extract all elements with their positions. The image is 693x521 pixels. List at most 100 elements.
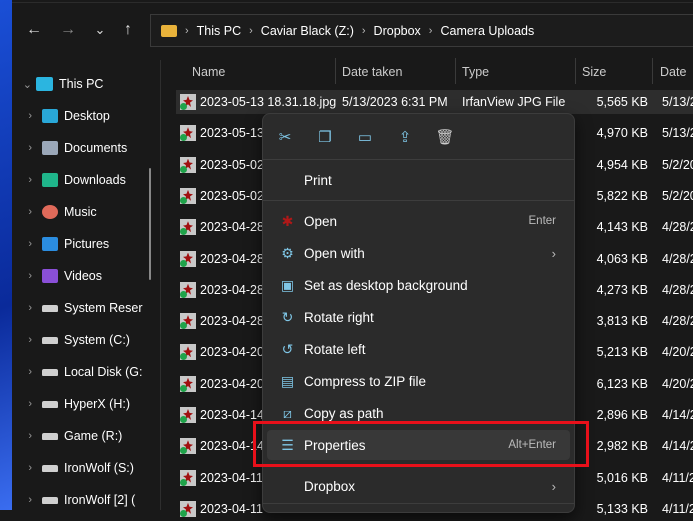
sidebar-item[interactable]: › Local Disk (G: — [12, 360, 160, 384]
irfanview-image-icon — [180, 125, 196, 142]
cut-button[interactable]: ✂ — [270, 126, 300, 148]
chevron-right-icon[interactable]: › — [12, 174, 42, 186]
file-name: 2023-04-14 — [200, 408, 264, 422]
file-date: 4/11/2 — [662, 470, 693, 485]
menu-item-compress-to-zip-file[interactable]: ▤ Compress to ZIP file — [267, 366, 570, 396]
menu-item-rotate-left[interactable]: ↺ Rotate left — [267, 334, 570, 364]
sidebar-item-label: HyperX (H:) — [64, 397, 130, 411]
column-header-date[interactable]: Date — [660, 60, 686, 84]
file-date: 4/28/2 — [662, 282, 693, 297]
menu-item-label: Rotate right — [304, 309, 374, 325]
chevron-right-icon[interactable]: › — [12, 270, 42, 282]
sidebar-item[interactable]: › Documents — [12, 136, 160, 160]
sidebar-item[interactable]: › Downloads — [12, 168, 160, 192]
menu-item-dropbox[interactable]: Dropbox › — [267, 471, 570, 501]
copy-button[interactable]: ❐ — [310, 126, 340, 148]
up-button[interactable]: ↑ — [116, 18, 140, 42]
sidebar-item[interactable]: › IronWolf (S:) — [12, 456, 160, 480]
file-name: 2023-04-28 — [200, 220, 264, 235]
irfanview-image-icon — [180, 375, 196, 392]
menu-separator — [263, 200, 574, 201]
menu-item-label: Open — [304, 213, 338, 229]
irfanview-image-icon — [180, 469, 196, 486]
chevron-right-icon[interactable]: › — [12, 302, 42, 314]
irfanview-image-icon — [180, 156, 196, 173]
drive-icon — [42, 368, 58, 376]
file-row[interactable]: 2023-05-13 18.31.18.jpg 5/13/2023 6:31 PM… — [176, 90, 693, 114]
menu-item-rotate-right[interactable]: ↻ Rotate right — [267, 302, 570, 332]
share-button[interactable]: ⇪ — [390, 126, 420, 148]
irfanview-image-icon — [180, 313, 196, 330]
chevron-right-icon[interactable]: › — [12, 206, 42, 218]
delete-button[interactable]: 🗑 — [430, 126, 460, 148]
chevron-right-icon[interactable]: › — [12, 238, 42, 250]
sidebar-item[interactable]: › HyperX (H:) — [12, 392, 160, 416]
chevron-right-icon[interactable]: › — [12, 494, 42, 506]
sidebar-item-label: Local Disk (G: — [64, 365, 143, 379]
chevron-down-icon[interactable]: ⌄ — [12, 78, 36, 91]
sidebar-item-this-pc[interactable]: ⌄ This PC — [12, 72, 160, 96]
column-header-size[interactable]: Size — [582, 60, 606, 84]
sidebar-item[interactable]: › Pictures — [12, 232, 160, 256]
breadcrumb-camera-uploads[interactable]: Camera Uploads — [440, 24, 534, 38]
cut-icon: ✂ — [278, 129, 292, 146]
chevron-right-icon: › — [551, 245, 556, 261]
column-header-date-taken[interactable]: Date taken — [342, 60, 402, 84]
forward-button[interactable]: → — [56, 18, 80, 42]
chevron-right-icon: › — [428, 24, 433, 37]
file-date: 4/28/2 — [662, 220, 693, 235]
pane-divider[interactable] — [160, 60, 161, 510]
file-date: 4/11/2 — [662, 501, 693, 516]
menu-item-open[interactable]: ✱ Open Enter — [267, 206, 570, 236]
menu-item-print[interactable]: Print — [267, 165, 570, 195]
sidebar-scrollbar[interactable] — [149, 168, 151, 280]
file-date: 4/14/2 — [662, 408, 693, 422]
rename-button[interactable]: ▭ — [350, 126, 380, 148]
sidebar-item[interactable]: › Desktop — [12, 104, 160, 128]
column-divider[interactable] — [335, 58, 336, 84]
breadcrumb-drive[interactable]: Caviar Black (Z:) — [261, 24, 354, 38]
sidebar-item-label: Desktop — [64, 109, 110, 123]
sidebar-item[interactable]: › IronWolf [2] ( — [12, 488, 160, 512]
breadcrumb-this-pc[interactable]: This PC — [197, 24, 241, 38]
sidebar-item[interactable]: › System (C:) — [12, 328, 160, 352]
share-icon: ⇪ — [398, 129, 412, 146]
sidebar-item[interactable]: › Videos — [12, 264, 160, 288]
sidebar-item[interactable]: › Game (R:) — [12, 424, 160, 448]
chevron-right-icon[interactable]: › — [12, 142, 42, 154]
sidebar-item-label: This PC — [59, 77, 104, 91]
file-size: 2,896 KB — [596, 408, 648, 422]
column-header-name[interactable]: Name — [192, 60, 225, 84]
file-name: 2023-05-13 18.31.18.jpg — [200, 95, 337, 109]
shortcut-label: Enter — [528, 215, 557, 227]
chevron-right-icon[interactable]: › — [12, 430, 42, 442]
column-header-type[interactable]: Type — [462, 60, 489, 84]
back-button[interactable]: ← — [22, 18, 46, 42]
chevron-right-icon[interactable]: › — [12, 462, 42, 474]
column-divider[interactable] — [652, 58, 653, 84]
title-bar-edge — [12, 0, 693, 3]
recent-locations-button[interactable]: ⌄ — [88, 18, 112, 42]
column-divider[interactable] — [455, 58, 456, 84]
chevron-right-icon[interactable]: › — [12, 110, 42, 122]
irfanview-image-icon — [180, 94, 196, 110]
menu-item-set-as-desktop-background[interactable]: ▣ Set as desktop background — [267, 270, 570, 300]
drive-icon — [42, 400, 58, 408]
file-size: 5,016 KB — [596, 470, 648, 485]
chevron-right-icon[interactable]: › — [12, 334, 42, 346]
irfanview-image-icon — [180, 187, 196, 204]
file-date: 4/28/2 — [662, 314, 693, 329]
breadcrumb-dropbox[interactable]: Dropbox — [374, 24, 421, 38]
file-date: 5/2/20 — [662, 157, 693, 172]
chevron-right-icon[interactable]: › — [12, 398, 42, 410]
file-size: 4,954 KB — [596, 157, 648, 172]
address-bar[interactable]: › This PC › Caviar Black (Z:) › Dropbox … — [150, 14, 693, 47]
drive-icon — [42, 496, 58, 504]
column-divider[interactable] — [575, 58, 576, 84]
menu-item-open-with[interactable]: ⚙ Open with › — [267, 238, 570, 268]
desktop-background-icon: ▣ — [280, 276, 295, 293]
sidebar-item[interactable]: › Music — [12, 200, 160, 224]
chevron-right-icon[interactable]: › — [12, 366, 42, 378]
sidebar-item[interactable]: › System Reser — [12, 296, 160, 320]
file-date-taken: 5/13/2023 6:31 PM — [342, 95, 448, 109]
